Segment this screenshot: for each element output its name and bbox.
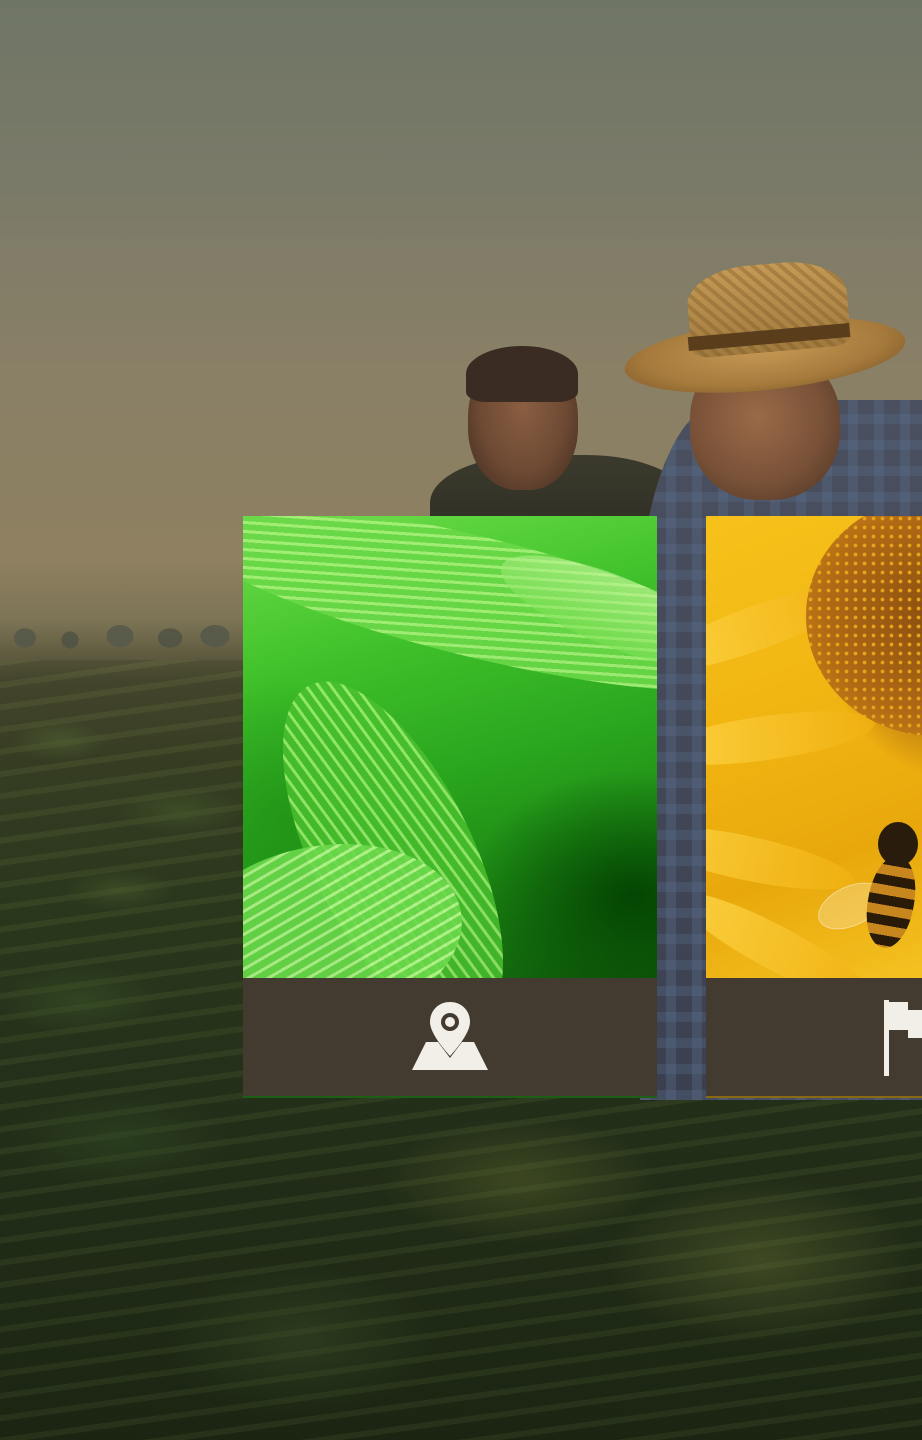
feature-card-location[interactable] <box>243 516 657 1098</box>
petal <box>706 813 859 903</box>
farmer-left-hair <box>466 346 578 402</box>
card-footer[interactable] <box>243 978 657 1098</box>
corn-leaves-photo <box>243 516 657 978</box>
sunflower-bee-photo <box>706 516 922 978</box>
card-footer[interactable] <box>706 978 922 1098</box>
petal <box>706 700 878 776</box>
feature-card-flag[interactable] <box>706 516 922 1098</box>
bee-body <box>860 852 922 952</box>
sunflower-center <box>806 516 922 736</box>
bee <box>810 816 922 952</box>
map-pin-icon <box>412 1002 488 1072</box>
distant-tree-line <box>0 616 250 656</box>
flag-icon <box>884 998 922 1076</box>
bee-head <box>878 822 918 866</box>
